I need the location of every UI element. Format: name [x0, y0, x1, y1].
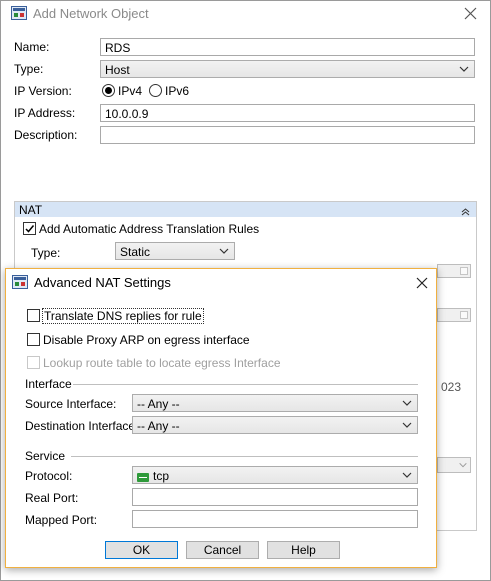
interface-separator	[73, 384, 418, 385]
lookup-route-checkbox	[27, 356, 40, 369]
app-icon	[12, 275, 28, 290]
ipv6-label: IPv6	[165, 84, 190, 98]
ellipsis-icon	[460, 267, 468, 275]
disable-proxy-arp-label: Disable Proxy ARP on egress interface	[43, 333, 250, 347]
service-separator	[71, 456, 418, 457]
nat-type-select[interactable]: Static	[115, 242, 235, 260]
fg-dialog-title: Advanced NAT Settings	[34, 275, 171, 290]
name-label: Name:	[14, 40, 50, 54]
app-icon	[11, 6, 27, 21]
destination-interface-value: -- Any --	[137, 419, 180, 433]
cancel-button[interactable]: Cancel	[186, 541, 259, 559]
source-interface-value: -- Any --	[137, 397, 180, 411]
advanced-nat-settings-dialog: Advanced NAT Settings Translate DNS repl…	[5, 268, 437, 568]
chevron-down-icon	[402, 422, 412, 428]
ok-button[interactable]: OK	[105, 541, 178, 559]
protocol-select[interactable]: tcp	[132, 466, 418, 484]
disable-proxy-arp-checkbox[interactable]	[27, 333, 40, 346]
chevron-down-icon	[402, 472, 412, 478]
protocol-label: Protocol:	[25, 469, 73, 483]
real-port-field[interactable]	[132, 488, 418, 506]
ip-address-field[interactable]: 10.0.0.9	[100, 104, 475, 122]
nat-auto-rules-checkbox[interactable]	[23, 222, 36, 235]
type-select[interactable]: Host	[100, 60, 475, 78]
name-field[interactable]: RDS	[100, 38, 475, 56]
select-edge	[437, 457, 471, 473]
destination-interface-label: Destination Interface:	[25, 419, 139, 433]
ip-address-label: IP Address:	[14, 106, 76, 120]
chevron-down-icon	[402, 400, 412, 406]
lookup-route-label: Lookup route table to locate egress Inte…	[43, 356, 281, 370]
collapse-icon[interactable]	[461, 205, 470, 216]
chevron-down-icon	[459, 66, 469, 72]
source-interface-select[interactable]: -- Any --	[132, 394, 418, 412]
real-port-label: Real Port:	[25, 491, 79, 505]
chevron-down-icon	[219, 248, 229, 254]
service-group-label: Service	[25, 449, 66, 463]
destination-interface-select[interactable]: -- Any --	[132, 416, 418, 434]
ip-version-label: IP Version:	[14, 84, 72, 98]
translated-addr-field-edge	[437, 264, 471, 278]
nat-auto-rules-label: Add Automatic Address Translation Rules	[39, 222, 260, 236]
source-interface-label: Source Interface:	[25, 397, 117, 411]
bg-title-bar: Add Network Object	[1, 1, 490, 27]
fg-title-bar: Advanced NAT Settings	[6, 269, 436, 297]
type-label: Type:	[14, 62, 44, 76]
interface-group-label: Interface	[25, 377, 72, 391]
ipv4-label: IPv4	[118, 84, 143, 98]
close-icon[interactable]	[464, 7, 477, 20]
close-icon[interactable]	[416, 277, 428, 289]
translate-dns-label: Translate DNS replies for rule	[42, 308, 204, 324]
protocol-value: tcp	[153, 469, 170, 483]
ellipsis-icon	[460, 311, 468, 319]
nat-type-value: Static	[120, 245, 151, 259]
translate-dns-checkbox[interactable]	[27, 309, 40, 322]
nat-header[interactable]: NAT	[15, 202, 476, 217]
tcp-protocol-icon	[137, 471, 149, 482]
ipv4-radio[interactable]	[102, 84, 115, 97]
mapped-port-label: Mapped Port:	[25, 513, 98, 527]
nat-header-label: NAT	[19, 203, 43, 217]
type-select-value: Host	[105, 63, 130, 77]
description-label: Description:	[14, 128, 78, 142]
nat-type-label: Type:	[31, 246, 61, 260]
help-button[interactable]: Help	[267, 541, 340, 559]
bg-dialog-title: Add Network Object	[33, 6, 149, 21]
chevron-down-icon	[459, 462, 467, 468]
port-field-edge	[437, 308, 471, 322]
partial-right-text: 023	[441, 380, 462, 394]
ipv6-radio[interactable]	[149, 84, 162, 97]
description-field[interactable]	[100, 126, 475, 144]
mapped-port-field[interactable]	[132, 510, 418, 528]
